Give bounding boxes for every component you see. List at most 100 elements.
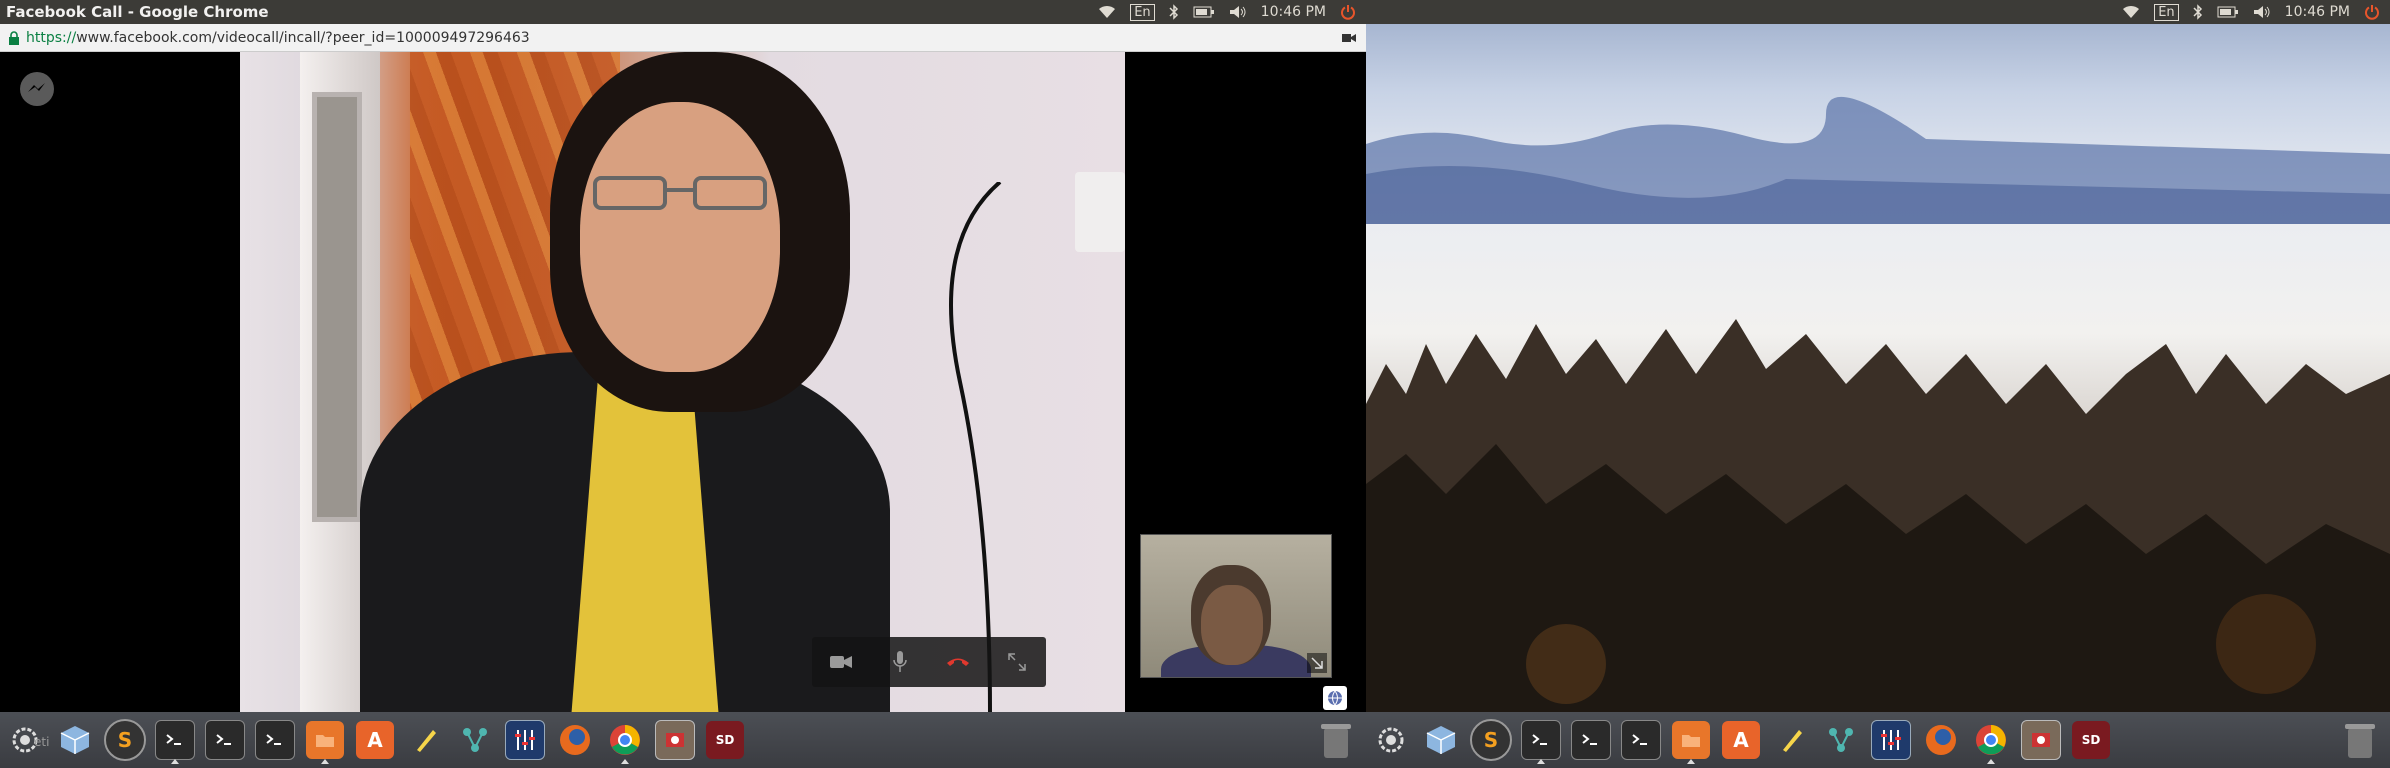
dock-terminal-1[interactable] [1519, 718, 1563, 764]
top-panel-left: Facebook Call - Google Chrome En 10:46 P… [0, 0, 1366, 24]
bluetooth-icon[interactable] [1169, 4, 1179, 20]
dock-image-viewer[interactable] [2019, 718, 2063, 762]
running-indicator [1987, 759, 1995, 764]
fullscreen-button[interactable] [997, 642, 1037, 682]
dock-text-editor[interactable] [1769, 718, 1813, 762]
trash-icon[interactable] [2342, 720, 2378, 760]
self-face [1201, 585, 1263, 665]
charger-cable [949, 182, 1002, 712]
dock-image-viewer[interactable] [653, 718, 697, 762]
dock-sublime-text[interactable]: S [1469, 718, 1513, 762]
dock-firefox[interactable] [1919, 718, 1963, 762]
running-indicator [1537, 759, 1545, 764]
wifi-icon[interactable] [1098, 5, 1116, 19]
battery-icon[interactable] [1193, 6, 1215, 18]
pencil-icon [1772, 721, 1810, 759]
microphone-icon [893, 651, 907, 672]
launcher-dock-right: S A SD [1366, 712, 2390, 768]
dock-virtualbox[interactable] [53, 718, 97, 762]
image-viewer-icon [2021, 720, 2061, 760]
terminal-icon [1571, 720, 1611, 760]
power-icon[interactable] [2364, 4, 2380, 20]
terminal-icon [255, 720, 295, 760]
foggy-forest [1366, 319, 2390, 712]
address-bar[interactable]: https://www.facebook.com/videocall/incal… [0, 24, 1366, 52]
dock-network-tool[interactable] [1819, 718, 1863, 762]
clock[interactable]: 10:46 PM [1261, 4, 1326, 20]
dock-files[interactable] [303, 718, 347, 764]
resize-arrow-icon [1311, 657, 1323, 669]
keyboard-language-indicator[interactable]: En [1130, 3, 1155, 21]
power-icon[interactable] [1340, 4, 1356, 20]
wifi-icon[interactable] [2122, 5, 2140, 19]
expand-self-view-button[interactable] [1307, 653, 1327, 673]
indicator-area-right: En 10:46 PM [2122, 3, 2390, 21]
sublime-icon: S [1470, 719, 1512, 761]
dock-software-center[interactable]: A [353, 718, 397, 762]
dock-network-tool[interactable] [453, 718, 497, 762]
firefox-icon [1922, 721, 1960, 759]
trash-icon[interactable] [1318, 720, 1354, 760]
dock-chrome[interactable] [603, 718, 647, 764]
running-indicator [1687, 759, 1695, 764]
video-call-area [0, 52, 1366, 712]
running-indicator [321, 759, 329, 764]
dock-sd-card[interactable]: SD [703, 718, 747, 762]
self-video-preview[interactable] [1140, 534, 1332, 678]
folder-icon [306, 721, 344, 759]
equalizer-icon [505, 720, 545, 760]
settings-gear-icon [1372, 721, 1410, 759]
running-indicator [621, 759, 629, 764]
sublime-icon: S [104, 719, 146, 761]
keyboard-language-indicator[interactable]: En [2154, 3, 2179, 21]
volume-icon[interactable] [1229, 5, 1247, 19]
running-indicator [171, 759, 179, 764]
dock-system-settings[interactable] [1369, 718, 1413, 762]
dock-files[interactable] [1669, 718, 1713, 764]
volume-icon[interactable] [2253, 5, 2271, 19]
dock-terminal-1[interactable] [153, 718, 197, 764]
end-call-button[interactable] [938, 642, 978, 682]
secure-lock-icon [9, 30, 19, 45]
end-call-icon [947, 658, 970, 666]
eyeglasses [593, 176, 767, 210]
equalizer-icon [1871, 720, 1911, 760]
battery-icon[interactable] [2217, 6, 2239, 18]
top-panel-right: En 10:46 PM [1366, 0, 2390, 24]
clock[interactable]: 10:46 PM [2285, 4, 2350, 20]
dock-software-center[interactable]: A [1719, 718, 1763, 762]
indicator-area-left: En 10:46 PM [1098, 3, 1366, 21]
dock-mixer[interactable] [503, 718, 547, 762]
video-toggle-button[interactable] [821, 642, 861, 682]
dock-text-editor[interactable] [403, 718, 447, 762]
chrome-icon [606, 721, 644, 759]
person-face [580, 102, 780, 372]
mute-button[interactable] [880, 642, 920, 682]
dock-virtualbox[interactable] [1419, 718, 1463, 762]
sd-card-icon: SD [706, 721, 744, 759]
software-center-icon: A [1722, 721, 1760, 759]
terminal-icon [1521, 720, 1561, 760]
dock-firefox[interactable] [553, 718, 597, 762]
globe-button[interactable] [1323, 686, 1347, 710]
messenger-icon[interactable] [18, 70, 56, 108]
terminal-icon [1621, 720, 1661, 760]
camera-in-use-icon[interactable] [1342, 33, 1356, 43]
terminal-icon [205, 720, 245, 760]
dock-terminal-3[interactable] [253, 718, 297, 762]
software-center-icon: A [356, 721, 394, 759]
dock-terminal-3[interactable] [1619, 718, 1663, 762]
fullscreen-icon [1008, 653, 1026, 671]
dock-chrome[interactable] [1969, 718, 2013, 764]
pencil-icon [406, 721, 444, 759]
dock-sublime-text[interactable]: S [103, 718, 147, 762]
dock-terminal-2[interactable] [1569, 718, 1613, 762]
dock-terminal-2[interactable] [203, 718, 247, 762]
dock-mixer[interactable] [1869, 718, 1913, 762]
bluetooth-icon[interactable] [2193, 4, 2203, 20]
call-controls [812, 637, 1046, 687]
desktop-wallpaper [1366, 24, 2390, 712]
dock-sd-card[interactable]: SD [2069, 718, 2113, 762]
network-icon [1822, 721, 1860, 759]
url-scheme: https:// [26, 29, 77, 46]
